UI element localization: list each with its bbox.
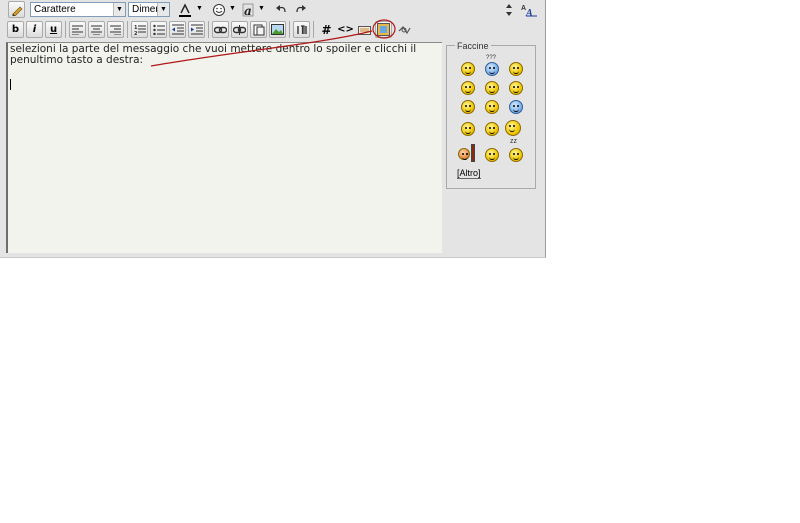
frown-smiley-icon[interactable] bbox=[461, 100, 475, 114]
align-center-button[interactable] bbox=[88, 21, 105, 38]
outdent-button[interactable] bbox=[169, 21, 186, 38]
shocked-smiley-icon[interactable] bbox=[485, 122, 499, 136]
hash-label: # bbox=[321, 22, 332, 37]
indent-icon bbox=[190, 24, 203, 35]
bullet-list-button[interactable] bbox=[150, 21, 167, 38]
question-marks-icon: ??? bbox=[486, 55, 497, 61]
emoticon-button[interactable] bbox=[210, 1, 227, 18]
document-icon bbox=[253, 24, 264, 35]
message-text: selezioni la parte del messaggio che vuo… bbox=[10, 43, 420, 66]
text-caret bbox=[10, 79, 11, 90]
zzz-icon: zz bbox=[510, 138, 517, 145]
remove-link-button[interactable] bbox=[231, 21, 248, 38]
smile-smiley-icon[interactable] bbox=[485, 81, 499, 95]
font-select[interactable]: Carattere ▼ bbox=[30, 2, 126, 17]
align-center-icon bbox=[91, 25, 102, 35]
font-style-icon: AA bbox=[521, 5, 537, 17]
editor-panel: Carattere ▼ Dimer ▼ ▼ ▼ a ▼ AA b i u 12 bbox=[0, 0, 546, 258]
smiley-icon bbox=[212, 3, 225, 16]
hash-button[interactable]: # bbox=[318, 21, 335, 38]
angry-smiley-icon[interactable] bbox=[509, 62, 523, 76]
spell-check-button[interactable] bbox=[396, 21, 413, 38]
font-select-value: Carattere bbox=[34, 4, 76, 15]
align-left-button[interactable] bbox=[69, 21, 86, 38]
unlink-icon bbox=[233, 24, 246, 35]
wave-smiley-icon[interactable] bbox=[485, 148, 499, 162]
source-edit-button[interactable] bbox=[8, 1, 25, 18]
underline-button[interactable]: u bbox=[45, 21, 62, 38]
chevron-down-icon: ▼ bbox=[113, 3, 125, 16]
happy-smiley-icon[interactable] bbox=[485, 100, 499, 114]
more-smileys-link[interactable]: [Altro] bbox=[457, 168, 481, 179]
confused-smiley-icon[interactable] bbox=[485, 62, 499, 76]
paragraph-icon bbox=[296, 24, 307, 34]
resize-arrows-icon[interactable] bbox=[503, 1, 515, 18]
insert-media-button[interactable] bbox=[250, 21, 267, 38]
more-smileys-label: [Altro] bbox=[457, 168, 481, 179]
text-color-button[interactable] bbox=[176, 1, 194, 18]
image-icon bbox=[271, 24, 284, 35]
italic-label: i bbox=[32, 24, 37, 35]
font-style-button[interactable]: AA bbox=[519, 1, 539, 18]
grin-smiley-icon[interactable] bbox=[461, 81, 475, 95]
tongue-smiley-icon[interactable] bbox=[505, 120, 521, 136]
numbered-list-button[interactable]: 12 bbox=[131, 21, 148, 38]
text-color-icon bbox=[179, 2, 191, 17]
message-textarea[interactable]: selezioni la parte del messaggio che vuo… bbox=[6, 42, 442, 253]
code-button[interactable]: <> bbox=[337, 21, 354, 38]
bold-label: b bbox=[11, 24, 20, 35]
bullet-list-icon bbox=[152, 24, 165, 35]
smiley-panel-title: Faccine bbox=[455, 41, 491, 51]
svg-text:2: 2 bbox=[134, 31, 138, 35]
quote-button[interactable] bbox=[356, 21, 373, 38]
undo-button[interactable] bbox=[273, 1, 290, 18]
toolbar-separator bbox=[313, 21, 314, 38]
hammer-smiley-icon[interactable] bbox=[458, 148, 470, 160]
laugh-smiley-icon[interactable] bbox=[509, 100, 523, 114]
redo-button[interactable] bbox=[292, 1, 309, 18]
toolbar-separator bbox=[65, 21, 66, 38]
big-grin-smiley-icon[interactable] bbox=[509, 81, 523, 95]
spoiler-button[interactable] bbox=[375, 21, 392, 38]
align-right-icon bbox=[110, 25, 121, 35]
spoiler-icon bbox=[377, 23, 390, 36]
hammer-icon bbox=[471, 144, 475, 162]
sad-smiley-icon[interactable] bbox=[461, 62, 475, 76]
insert-image-button[interactable] bbox=[269, 21, 286, 38]
svg-text:a: a bbox=[244, 4, 252, 17]
quote-icon bbox=[358, 25, 371, 35]
sleeping-smiley-icon[interactable] bbox=[509, 148, 523, 162]
toolbar-separator bbox=[289, 21, 290, 38]
redo-icon bbox=[296, 5, 306, 13]
bold-button[interactable]: b bbox=[7, 21, 24, 38]
chevron-down-icon[interactable]: ▼ bbox=[229, 5, 236, 12]
paragraph-button[interactable] bbox=[293, 21, 310, 38]
spell-check-icon bbox=[398, 25, 411, 34]
align-left-icon bbox=[72, 25, 83, 35]
size-select-value: Dimer bbox=[132, 4, 159, 15]
align-right-button[interactable] bbox=[107, 21, 124, 38]
size-select[interactable]: Dimer ▼ bbox=[128, 2, 170, 17]
chevron-down-icon[interactable]: ▼ bbox=[196, 5, 203, 12]
chevron-down-icon: ▼ bbox=[157, 3, 169, 16]
pencil-icon bbox=[11, 6, 22, 16]
toolbar-separator bbox=[127, 21, 128, 38]
link-icon bbox=[214, 26, 227, 33]
outdent-icon bbox=[171, 24, 184, 35]
underline-label: u bbox=[49, 24, 58, 35]
italic-button[interactable]: i bbox=[26, 21, 43, 38]
toolbar-separator bbox=[208, 21, 209, 38]
special-char-button[interactable]: a bbox=[239, 1, 256, 18]
chevron-down-icon[interactable]: ▼ bbox=[258, 5, 265, 12]
numbered-list-icon: 12 bbox=[134, 25, 146, 35]
cool-smiley-icon[interactable] bbox=[461, 122, 475, 136]
insert-link-button[interactable] bbox=[212, 21, 229, 38]
indent-button[interactable] bbox=[188, 21, 205, 38]
undo-icon bbox=[276, 5, 286, 13]
code-label: <> bbox=[337, 24, 354, 35]
special-char-icon: a bbox=[242, 3, 253, 17]
